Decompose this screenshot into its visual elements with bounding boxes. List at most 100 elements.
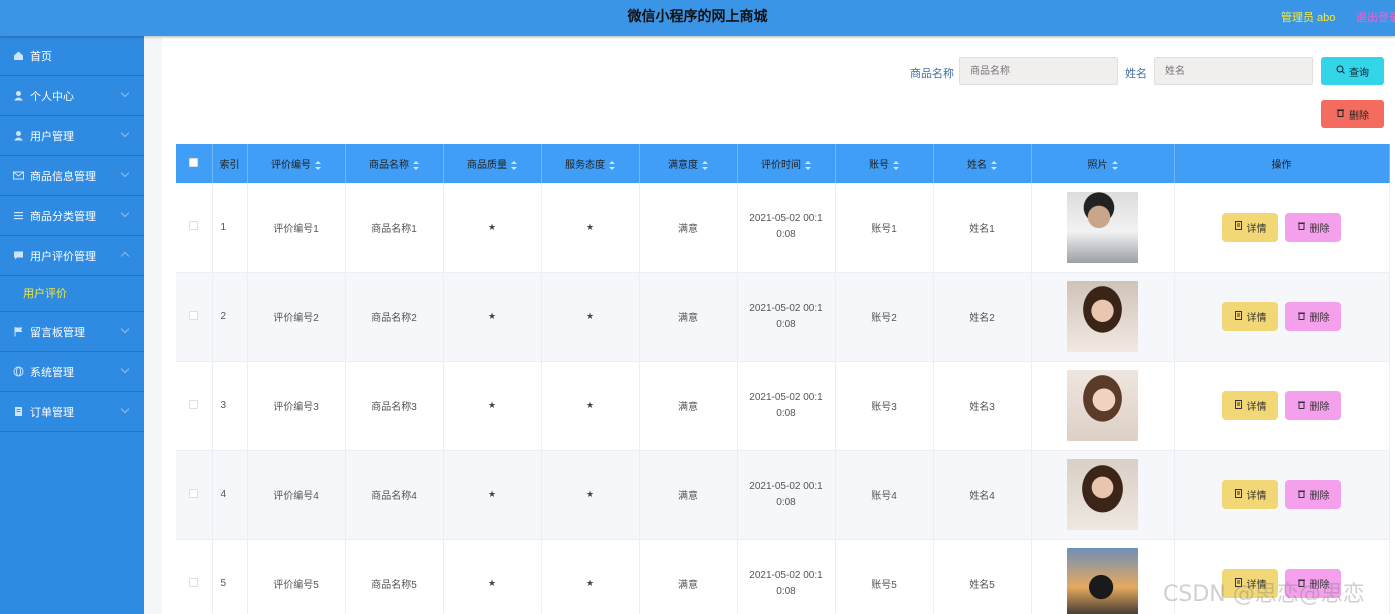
row-checkbox[interactable] bbox=[189, 399, 199, 409]
photo-cell bbox=[1031, 450, 1175, 540]
actions-cell: 详情 删除 bbox=[1174, 272, 1390, 362]
row-checkbox[interactable] bbox=[189, 577, 199, 587]
sidebar-item-label: 商品分类管理 bbox=[30, 210, 96, 223]
delete-button[interactable]: 删除 bbox=[1285, 302, 1341, 331]
star-rating: ★ bbox=[585, 311, 595, 321]
sidebar-item-label: 用户管理 bbox=[30, 130, 74, 143]
sort-icon[interactable] bbox=[511, 160, 517, 170]
review-code-cell: 评价编号1 bbox=[247, 183, 346, 273]
mail-icon bbox=[12, 170, 24, 182]
detail-button[interactable]: 详情 bbox=[1222, 302, 1278, 331]
sidebar-item-personal-center[interactable]: 个人中心 bbox=[0, 76, 144, 116]
satisfaction-cell: 满意 bbox=[639, 272, 738, 362]
delete-button[interactable]: 删除 bbox=[1285, 212, 1341, 242]
column-header-sortable[interactable]: 账号 bbox=[835, 144, 934, 183]
sidebar-subitem-user-review[interactable]: 用户评价 bbox=[0, 276, 144, 312]
delete-button[interactable]: 删除 bbox=[1285, 480, 1341, 509]
sidebar-item-label: 商品信息管理 bbox=[30, 170, 96, 183]
satisfaction-cell: 满意 bbox=[639, 183, 738, 273]
name-label: 姓名 bbox=[1125, 68, 1147, 80]
account-cell: 账号1 bbox=[835, 183, 934, 273]
detail-button[interactable]: 详情 bbox=[1222, 212, 1278, 242]
trash-icon bbox=[1297, 400, 1306, 412]
sort-icon[interactable] bbox=[315, 160, 321, 170]
list-icon bbox=[12, 210, 24, 222]
row-checkbox[interactable] bbox=[189, 488, 199, 498]
main-content: 商品名称 姓名 查询 删除 索引 评价编号 商品名称 商品质量 bbox=[162, 38, 1395, 614]
service-cell: ★ bbox=[541, 450, 640, 540]
name-cell: 姓名4 bbox=[933, 450, 1032, 540]
table-row: 1 评价编号1 商品名称1 ★ ★ 满意 2021-05-02 00:10:08 账号1 姓名1… bbox=[176, 183, 1390, 273]
sidebar-item-label: 订单管理 bbox=[30, 406, 74, 419]
row-select-cell[interactable] bbox=[176, 539, 213, 614]
row-checkbox[interactable] bbox=[189, 221, 199, 231]
user-photo bbox=[1067, 370, 1138, 441]
review-time: 2021-05-02 00:10:08 bbox=[749, 302, 823, 330]
sidebar-item-label: 用户评价管理 bbox=[30, 250, 96, 263]
sidebar-item-product-info[interactable]: 商品信息管理 bbox=[0, 156, 144, 196]
sort-icon[interactable] bbox=[702, 160, 708, 170]
sidebar-item-orders[interactable]: 订单管理 bbox=[0, 392, 144, 432]
index-cell: 3 bbox=[212, 361, 248, 451]
row-select-cell[interactable] bbox=[176, 183, 213, 273]
column-header-sortable[interactable]: 姓名 bbox=[933, 144, 1032, 183]
sort-icon[interactable] bbox=[1111, 160, 1118, 170]
sort-icon[interactable] bbox=[805, 160, 811, 170]
document-icon bbox=[1234, 399, 1243, 412]
select-all-checkbox[interactable] bbox=[189, 157, 199, 167]
delete-button-label: 删除 bbox=[1309, 402, 1330, 413]
photo-cell bbox=[1031, 539, 1175, 614]
actions-cell: 详情 删除 bbox=[1174, 183, 1390, 273]
service-cell: ★ bbox=[541, 361, 640, 451]
user-photo bbox=[1067, 191, 1138, 263]
batch-delete-button[interactable]: 删除 bbox=[1321, 100, 1384, 128]
column-header: 索引 bbox=[212, 144, 248, 183]
sort-icon[interactable] bbox=[991, 160, 997, 170]
detail-button[interactable]: 详情 bbox=[1222, 480, 1278, 509]
star-rating: ★ bbox=[487, 489, 497, 499]
logout-link[interactable]: 退出登录 bbox=[1356, 9, 1395, 25]
row-select-cell[interactable] bbox=[176, 272, 213, 362]
sidebar-item-user-management[interactable]: 用户管理 bbox=[0, 116, 144, 156]
sort-icon[interactable] bbox=[609, 160, 615, 170]
account-cell: 账号2 bbox=[835, 272, 934, 362]
review-time-cell: 2021-05-02 00:10:08 bbox=[737, 450, 836, 540]
detail-button[interactable]: 详情 bbox=[1222, 391, 1278, 420]
column-header-sortable[interactable]: 评价时间 bbox=[737, 144, 836, 183]
name-input[interactable] bbox=[1154, 57, 1313, 85]
select-all-cell[interactable] bbox=[176, 144, 213, 183]
star-rating: ★ bbox=[585, 489, 595, 499]
trash-icon bbox=[1336, 108, 1345, 120]
admin-label: 管理员 abo bbox=[1281, 12, 1336, 24]
delete-button[interactable]: 删除 bbox=[1285, 391, 1341, 420]
account-cell: 账号4 bbox=[835, 450, 934, 540]
document-icon bbox=[1234, 488, 1243, 501]
detail-button-label: 详情 bbox=[1246, 313, 1267, 324]
row-select-cell[interactable] bbox=[176, 450, 213, 540]
photo-cell bbox=[1031, 272, 1175, 362]
sidebar-item-message-board[interactable]: 留言板管理 bbox=[0, 312, 144, 352]
sort-icon[interactable] bbox=[893, 160, 899, 170]
star-rating: ★ bbox=[487, 578, 497, 588]
column-header-sortable[interactable]: 商品名称 bbox=[345, 144, 444, 183]
row-checkbox[interactable] bbox=[189, 310, 199, 320]
user-icon bbox=[12, 90, 24, 102]
delete-button-label: 删除 bbox=[1309, 491, 1330, 502]
index-cell: 2 bbox=[212, 272, 248, 362]
column-header-sortable[interactable]: 商品质量 bbox=[443, 144, 542, 183]
column-header-sortable[interactable]: 评价编号 bbox=[247, 144, 346, 183]
row-select-cell[interactable] bbox=[176, 361, 213, 451]
chevron-down-icon bbox=[120, 364, 130, 374]
column-header-sortable[interactable]: 满意度 bbox=[639, 144, 738, 183]
column-header-sortable[interactable]: 照片 bbox=[1031, 144, 1175, 183]
sort-icon[interactable] bbox=[413, 160, 419, 170]
column-header-sortable[interactable]: 服务态度 bbox=[541, 144, 640, 183]
sidebar-item-home[interactable]: 首页 bbox=[0, 36, 144, 76]
sidebar-item-review-management[interactable]: 用户评价管理 bbox=[0, 236, 144, 276]
product-name-input[interactable] bbox=[959, 57, 1118, 85]
sidebar-item-category[interactable]: 商品分类管理 bbox=[0, 196, 144, 236]
sidebar-item-system[interactable]: 系统管理 bbox=[0, 352, 144, 392]
chevron-down-icon bbox=[120, 324, 130, 334]
query-button[interactable]: 查询 bbox=[1321, 57, 1384, 85]
review-time: 2021-05-02 00:10:08 bbox=[749, 391, 823, 419]
